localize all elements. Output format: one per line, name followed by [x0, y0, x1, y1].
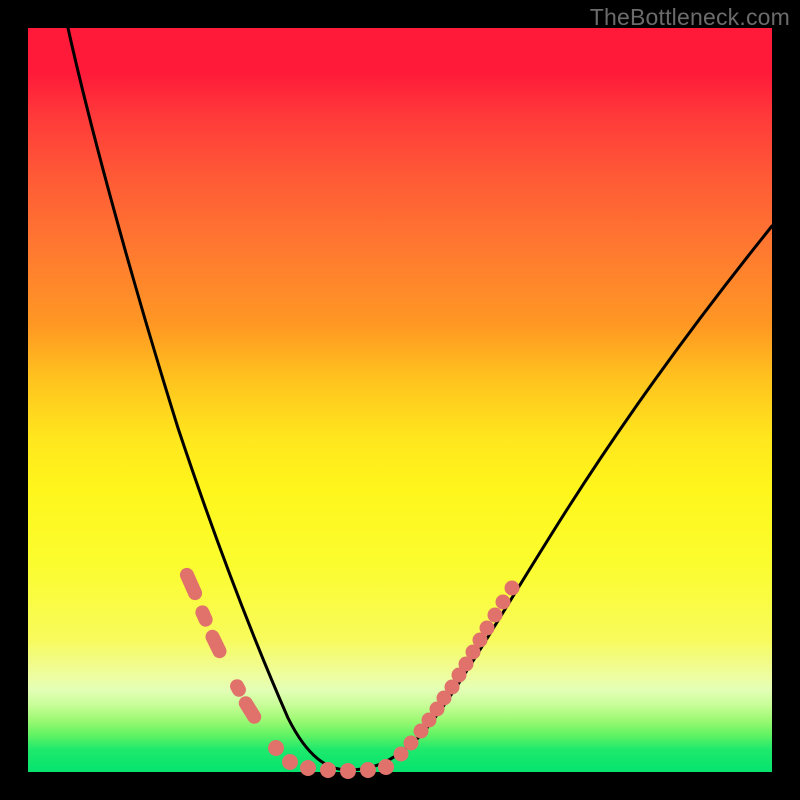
- marker-dot: [404, 736, 419, 751]
- markers-bottom: [268, 740, 394, 779]
- marker-pill: [203, 627, 229, 660]
- marker-dot: [360, 762, 376, 778]
- marker-dot: [378, 759, 394, 775]
- marker-dot: [320, 762, 336, 778]
- bottleneck-plot: [28, 28, 772, 772]
- marker-pill: [178, 566, 205, 603]
- marker-pill: [236, 694, 264, 727]
- marker-dot: [505, 581, 520, 596]
- chart-frame: [28, 28, 772, 772]
- marker-dot: [282, 754, 298, 770]
- marker-dot: [300, 760, 316, 776]
- marker-pill: [228, 677, 249, 699]
- marker-pill: [193, 603, 215, 629]
- marker-dot: [340, 763, 356, 779]
- bottleneck-curve: [68, 28, 772, 770]
- marker-dot: [496, 595, 511, 610]
- marker-dot: [488, 608, 503, 623]
- watermark-text: TheBottleneck.com: [590, 4, 790, 31]
- markers-left: [178, 566, 264, 727]
- marker-dot: [268, 740, 284, 756]
- markers-right: [394, 581, 520, 762]
- marker-dot: [480, 621, 495, 636]
